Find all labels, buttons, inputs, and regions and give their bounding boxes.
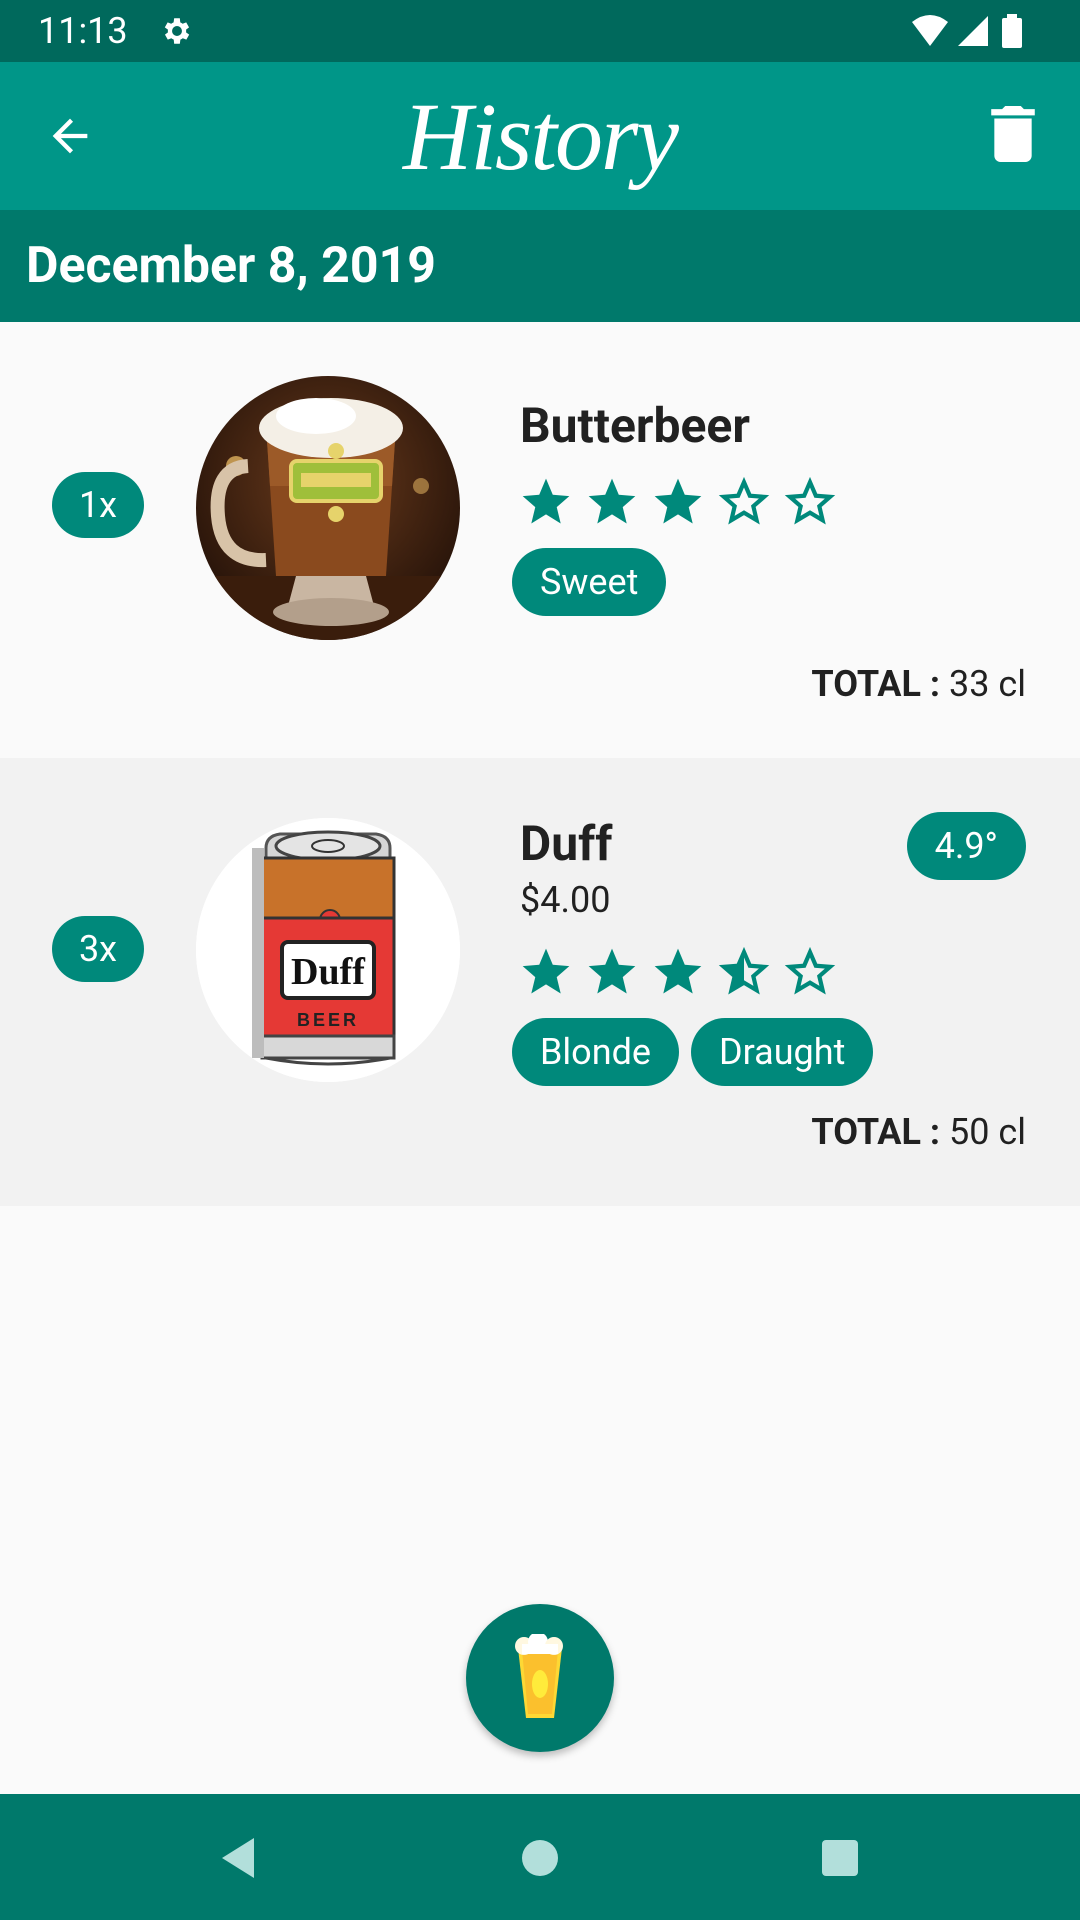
- star-half-icon: [718, 946, 770, 995]
- star-filled-icon: [588, 948, 636, 994]
- abv-badge: 4.9°: [906, 812, 1026, 880]
- beer-image: [196, 376, 460, 640]
- tag-list: Blonde Draught: [512, 1018, 874, 1086]
- app-bar: History: [0, 62, 1080, 210]
- section-date: December 8, 2019: [26, 237, 436, 295]
- star-filled-icon: [654, 478, 702, 524]
- star-filled-icon: [654, 948, 702, 994]
- rating-stars: [516, 474, 840, 530]
- system-status-icons: [912, 14, 1022, 48]
- trash-icon[interactable]: [990, 106, 1036, 162]
- tag-chip: Draught: [691, 1018, 874, 1086]
- total-value: 50 cl: [949, 1111, 1026, 1153]
- total-label: TOTAL :: [811, 1111, 941, 1153]
- star-filled-icon: [522, 948, 570, 994]
- status-time: 11:13: [38, 10, 128, 52]
- tag-chip: Blonde: [512, 1018, 679, 1086]
- beer-name: Butterbeer: [520, 397, 750, 454]
- total-volume: TOTAL : 50 cl: [811, 1110, 1026, 1154]
- total-volume: TOTAL : 33 cl: [811, 662, 1026, 706]
- history-entry[interactable]: 3x Duff BEER Duff 4.9° $4.00 Blonde Drau…: [0, 758, 1080, 1206]
- beer-name: Duff: [520, 815, 613, 872]
- status-bar: 11:13: [0, 0, 1080, 62]
- recents-square-icon[interactable]: [816, 1834, 864, 1882]
- system-nav-bar: [0, 1794, 1080, 1920]
- gear-icon: [164, 18, 190, 44]
- svg-text:Duff: Duff: [291, 951, 366, 993]
- signal-icon: [958, 16, 988, 46]
- quantity-badge: 3x: [52, 916, 144, 982]
- svg-text:BEER: BEER: [297, 1010, 359, 1030]
- history-entry[interactable]: 1x Butterbeer Sweet TOTAL: 33 cl: [0, 322, 1080, 758]
- star-filled-icon: [588, 478, 636, 524]
- star-empty-icon: [718, 476, 770, 525]
- add-beer-fab[interactable]: [466, 1604, 614, 1752]
- wifi-icon: [912, 15, 948, 46]
- battery-icon: [1002, 18, 1022, 48]
- date-section-header: December 8, 2019: [0, 210, 1080, 322]
- tag-chip: Sweet: [512, 548, 667, 616]
- total-value: 33 cl: [949, 663, 1026, 705]
- home-circle-icon[interactable]: [516, 1834, 564, 1882]
- total-label: TOTAL :: [811, 663, 941, 705]
- beer-glass-icon: [515, 1634, 563, 1718]
- rating-stars: [516, 944, 840, 1000]
- star-empty-icon: [784, 946, 836, 995]
- star-empty-icon: [784, 476, 836, 525]
- back-triangle-icon[interactable]: [214, 1834, 262, 1882]
- tag-list: Sweet: [512, 548, 667, 616]
- beer-price: $4.00: [520, 879, 611, 921]
- star-filled-icon: [522, 478, 570, 524]
- beer-image: Duff BEER: [196, 818, 460, 1082]
- quantity-badge: 1x: [52, 472, 144, 538]
- page-title: History: [403, 83, 679, 190]
